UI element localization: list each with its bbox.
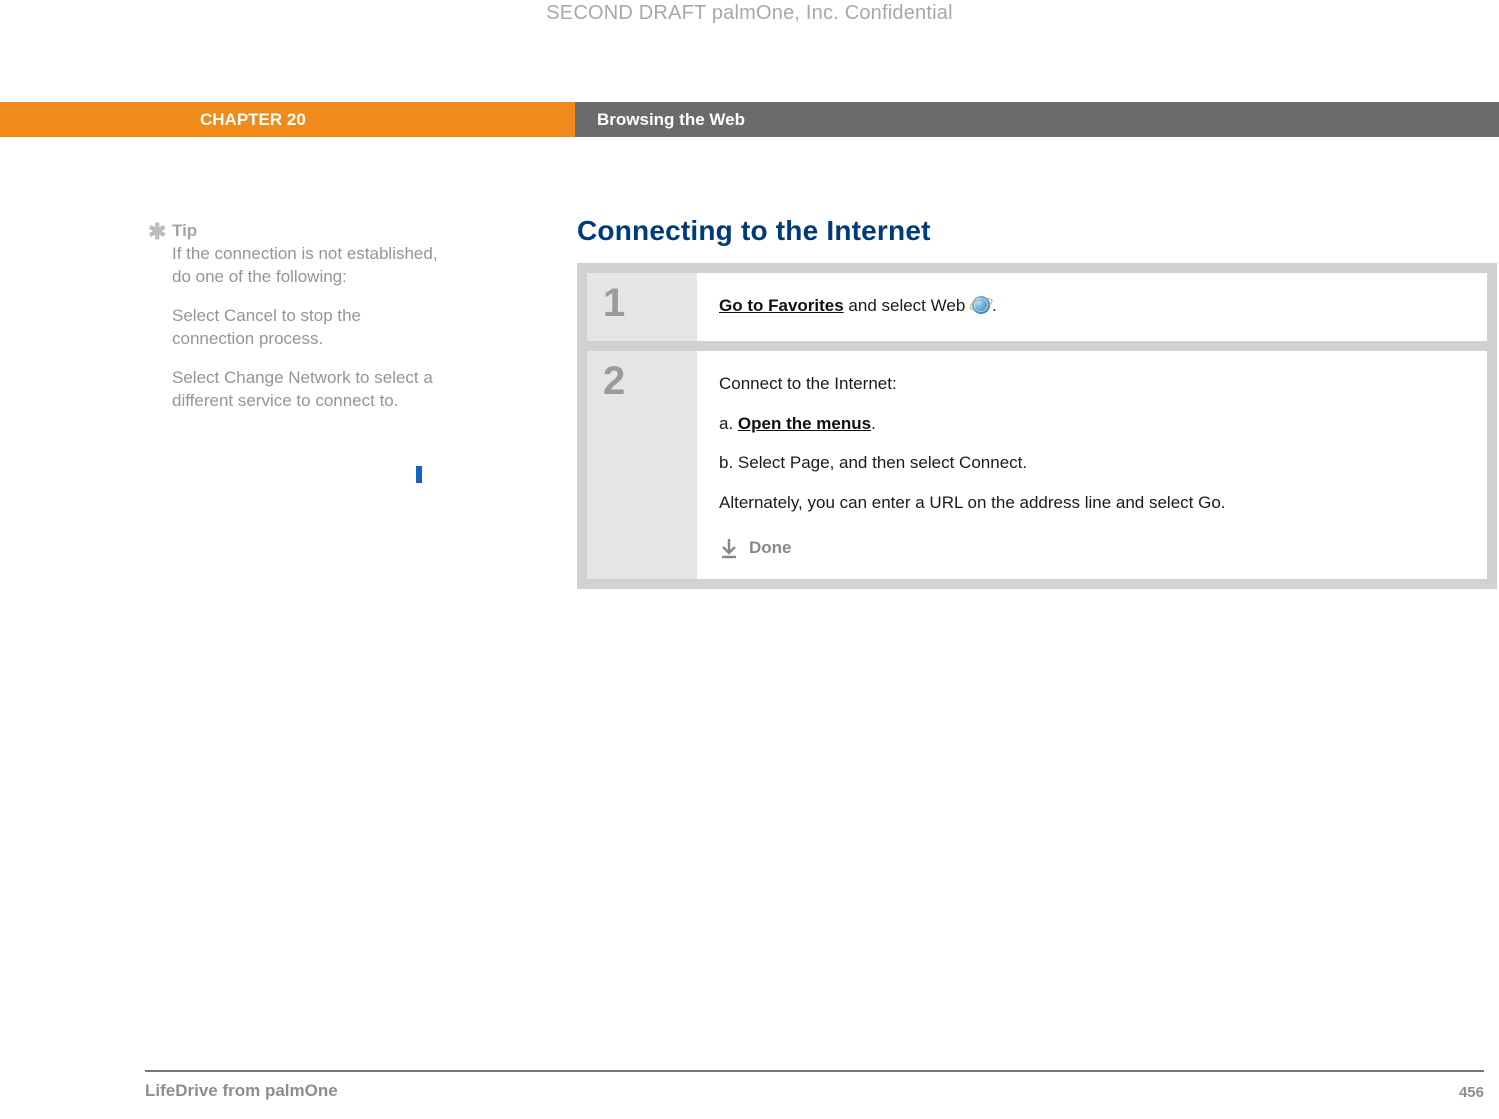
down-arrow-icon <box>719 537 739 559</box>
done-row: Done <box>719 535 1465 561</box>
step-body: Go to Favorites and select Web . <box>697 273 1487 341</box>
step2-a: a. Open the menus. <box>719 411 1465 437</box>
step2-a-label: a. <box>719 414 738 433</box>
footer-rule <box>145 1070 1484 1072</box>
step-row: 2 Connect to the Internet: a. Open the m… <box>587 351 1487 579</box>
step1-rest: and select Web <box>844 296 970 315</box>
web-globe-icon <box>972 296 990 314</box>
step1-text: Go to Favorites and select Web . <box>719 293 1465 319</box>
footer-product: LifeDrive from palmOne <box>145 1081 338 1101</box>
step-number: 2 <box>587 351 697 579</box>
change-bar-icon <box>416 466 422 483</box>
footer-page-number: 456 <box>1459 1084 1484 1101</box>
step1-period: . <box>992 296 997 315</box>
asterisk-icon: ✱ <box>148 219 166 245</box>
page-body: ✱ Tip If the connection is not establish… <box>0 137 1499 1119</box>
step2-lead: Connect to the Internet: <box>719 371 1465 397</box>
tip-sidebar: ✱ Tip If the connection is not establish… <box>172 221 438 429</box>
chapter-title: Browsing the Web <box>575 102 1499 137</box>
page-footer: LifeDrive from palmOne 456 <box>145 1081 1484 1101</box>
step-number: 1 <box>587 273 697 341</box>
step-body: Connect to the Internet: a. Open the men… <box>697 351 1487 579</box>
step2-alt: Alternately, you can enter a URL on the … <box>719 490 1465 516</box>
confidential-banner: SECOND DRAFT palmOne, Inc. Confidential <box>0 2 1499 25</box>
main-content: Connecting to the Internet 1 Go to Favor… <box>577 215 1497 589</box>
step2-a-period: . <box>871 414 876 433</box>
chapter-header-band: CHAPTER 20 Browsing the Web <box>0 102 1499 137</box>
steps-container: 1 Go to Favorites and select Web . 2 Con… <box>577 263 1497 589</box>
tip-item: Select Change Network to select a differ… <box>172 367 438 413</box>
favorites-link[interactable]: Go to Favorites <box>719 296 844 315</box>
done-label: Done <box>749 535 792 561</box>
tip-item: Select Cancel to stop the connection pro… <box>172 305 438 351</box>
tip-intro: If the connection is not established, do… <box>172 243 438 289</box>
step-row: 1 Go to Favorites and select Web . <box>587 273 1487 341</box>
tip-label: Tip <box>172 221 438 241</box>
step2-b: b. Select Page, and then select Connect. <box>719 450 1465 476</box>
section-title: Connecting to the Internet <box>577 215 1497 247</box>
chapter-number: CHAPTER 20 <box>0 102 575 137</box>
open-menus-link[interactable]: Open the menus <box>738 414 871 433</box>
